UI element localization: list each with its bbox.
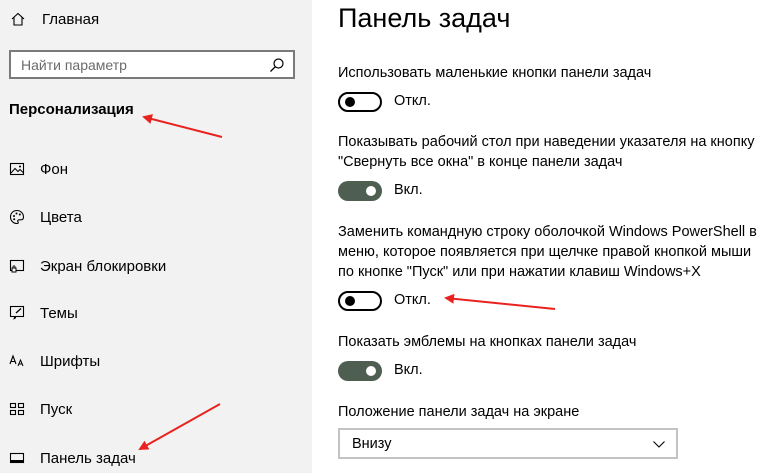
taskbar-position-dropdown[interactable]: Внизу — [338, 428, 678, 459]
picture-icon — [9, 162, 25, 176]
setting-line: Использовать маленькие кнопки панели зад… — [338, 65, 652, 81]
home-label: Главная — [42, 10, 100, 28]
sidebar-item-colors[interactable]: Цвета — [9, 206, 82, 228]
sidebar-item-label: Шрифты — [40, 352, 101, 370]
toggle-state-label: Вкл. — [394, 362, 423, 378]
home-link[interactable]: Главная — [10, 9, 99, 29]
sidebar-item-label: Цвета — [40, 208, 82, 226]
toggle-knob — [345, 97, 355, 107]
font-icon — [9, 354, 24, 367]
main-panel: Панель задач Использовать маленькие кноп… — [312, 0, 783, 473]
sidebar-item-fonts[interactable]: Шрифты — [9, 350, 100, 372]
sidebar-item-label: Панель задач — [40, 449, 136, 467]
setting-line: Показать эмблемы на кнопках панели задач — [338, 334, 637, 350]
brush-icon — [9, 305, 25, 320]
toggle-state-label: Откл. — [394, 292, 431, 308]
chevron-down-icon — [653, 440, 665, 448]
start-icon — [9, 402, 25, 416]
settings-window: Главная Персонализация Фон — [0, 0, 783, 473]
toggle-state-label: Вкл. — [394, 182, 423, 198]
badges-toggle[interactable] — [338, 361, 382, 381]
toggle-knob — [345, 296, 355, 306]
sidebar-item-label: Пуск — [40, 400, 73, 418]
setting-line: Заменить командную строку оболочкой Wind… — [338, 224, 757, 240]
small-buttons-toggle[interactable] — [338, 92, 382, 112]
page-title: Панель задач — [338, 3, 511, 33]
setting-peek-label: Показывать рабочий стол при наведении ук… — [338, 132, 783, 172]
search-input[interactable] — [11, 56, 269, 73]
toggle-state-label: Откл. — [394, 93, 431, 109]
section-title: Персонализация — [9, 101, 134, 118]
toggle-knob — [366, 186, 376, 196]
home-icon — [11, 12, 25, 26]
setting-line: по кнопке "Пуск" или при нажатии клавиш … — [338, 264, 701, 280]
sidebar-item-start[interactable]: Пуск — [9, 398, 72, 420]
toggle-knob — [366, 366, 376, 376]
powershell-toggle[interactable] — [338, 291, 382, 311]
search-icon[interactable] — [269, 57, 285, 73]
setting-line: Показывать рабочий стол при наведении ук… — [338, 134, 755, 150]
sidebar-item-label: Темы — [40, 304, 78, 322]
taskbar-position-label: Положение панели задач на экране — [338, 404, 580, 420]
sidebar-item-taskbar[interactable]: Панель задач — [9, 447, 136, 469]
sidebar-item-background[interactable]: Фон — [9, 158, 68, 180]
peek-toggle[interactable] — [338, 181, 382, 201]
dropdown-value: Внизу — [352, 435, 392, 452]
setting-line: меню, которое появляется при щелчке прав… — [338, 244, 752, 260]
palette-icon — [9, 209, 25, 225]
taskbar-icon — [9, 452, 25, 464]
sidebar-item-themes[interactable]: Темы — [9, 302, 78, 324]
search-box[interactable] — [9, 50, 295, 79]
sidebar-item-label: Экран блокировки — [40, 257, 167, 275]
setting-line: "Свернуть все окна" в конце панели задач — [338, 154, 623, 170]
sidebar-item-label: Фон — [40, 160, 69, 178]
setting-powershell-label: Заменить командную строку оболочкой Wind… — [338, 222, 783, 282]
setting-small-buttons-label: Использовать маленькие кнопки панели зад… — [338, 63, 783, 83]
sidebar-item-lock-screen[interactable]: Экран блокировки — [9, 255, 166, 277]
lock-screen-icon — [9, 259, 25, 273]
sidebar: Главная Персонализация Фон — [0, 0, 312, 473]
setting-badges-label: Показать эмблемы на кнопках панели задач — [338, 332, 783, 352]
